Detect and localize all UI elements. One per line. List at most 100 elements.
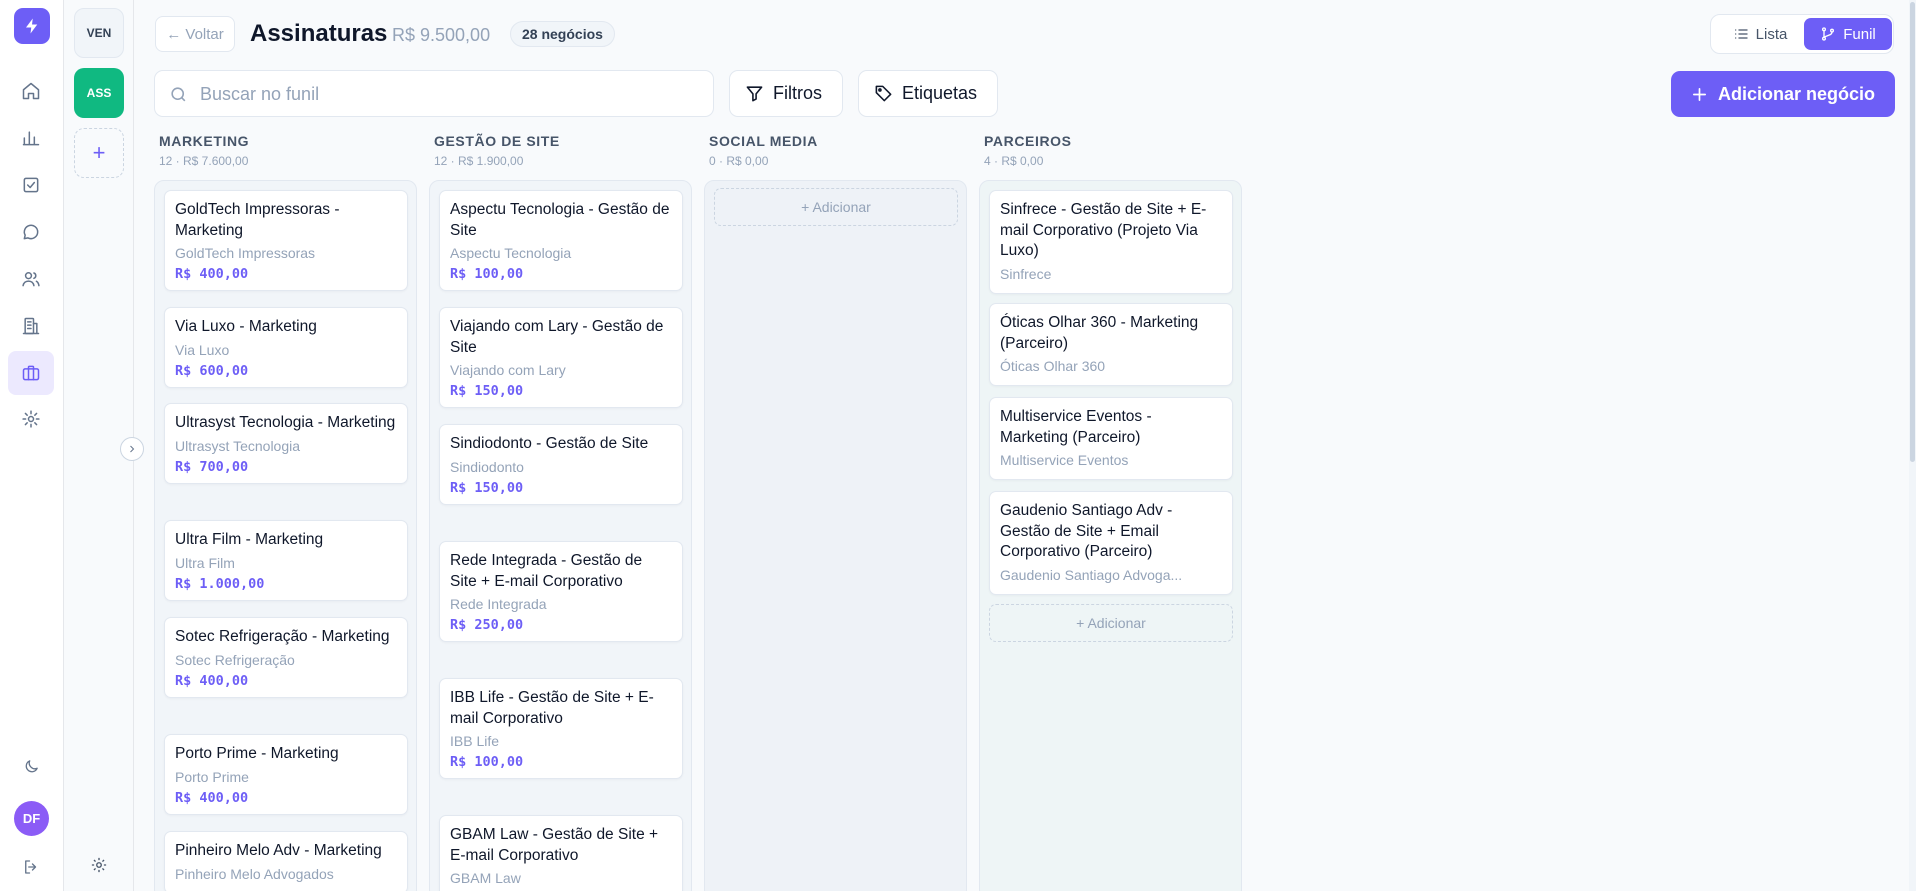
stage-name: PARCEIROS [984, 133, 1072, 149]
add-deal-button[interactable]: Adicionar negócio [1671, 71, 1895, 117]
stage-column: Aspectu Tecnologia - Gestão de Site Aspec… [429, 180, 692, 891]
search-input[interactable] [200, 79, 700, 109]
deal-company: GBAM Law [450, 870, 521, 886]
tag-icon [875, 85, 892, 102]
nav-deals[interactable] [8, 351, 54, 395]
add-deal-to-stage-button[interactable]: + Adicionar [989, 604, 1233, 642]
stage-name: SOCIAL MEDIA [709, 133, 818, 149]
deal-company: IBB Life [450, 733, 500, 749]
nav-chat[interactable] [8, 210, 54, 254]
deal-title: GoldTech Impressoras - Marketing [175, 201, 340, 239]
deal-company: Porto Prime [175, 768, 249, 785]
plus-icon [1692, 87, 1707, 101]
deal-card[interactable]: Multiservice Eventos - Marketing (Parcei… [989, 397, 1233, 480]
stage-column: GoldTech Impressoras - Marketing GoldTech… [154, 180, 417, 891]
stage-header: MARKETING 12 · R$ 7.600,00 [159, 133, 249, 168]
page-title: Assinaturas [250, 20, 388, 47]
pipeline-ven[interactable]: VEN [74, 8, 124, 58]
filters-button[interactable]: Filtros [729, 70, 843, 117]
stage-summary: 4 · R$ 0,00 [984, 154, 1044, 168]
deal-title: Ultra Film - Marketing [175, 531, 324, 548]
stage-summary: 12 · R$ 1.900,00 [434, 154, 524, 168]
view-funnel-button[interactable]: Funil [1804, 18, 1892, 50]
chat-icon [23, 224, 39, 240]
contacts-icon [22, 272, 40, 287]
stage-name: MARKETING [159, 133, 250, 149]
deal-title: Sinfrece - Gestão de Site + E-mail Corpo… [1000, 201, 1207, 259]
deal-title: Aspectu Tecnologia - Gestão de Site [450, 201, 670, 239]
deal-card[interactable]: Rede Integrada - Gestão de Site + E-mail… [439, 541, 683, 642]
deal-title: Viajando com Lary - Gestão de Site [450, 318, 664, 356]
nav-home[interactable] [8, 69, 54, 113]
nav-settings[interactable] [8, 397, 54, 441]
stage-name: GESTÃO DE SITE [434, 133, 560, 149]
deal-title: Pinheiro Melo Adv - Marketing [175, 842, 382, 859]
deal-card[interactable]: Ultra Film - Marketing Ultra Film R$ 1.000… [164, 520, 408, 601]
tags-button[interactable]: Etiquetas [858, 70, 998, 117]
deal-title: Sotec Refrigeração - Marketing [175, 628, 390, 645]
deal-value: R$ 600,00 [175, 362, 249, 379]
stage-summary: 12 · R$ 7.600,00 [159, 154, 249, 168]
deal-card[interactable]: Sotec Refrigeração - Marketing Sotec Refr… [164, 617, 408, 698]
tasks-icon [23, 177, 39, 193]
expand-sidebar-button[interactable] [120, 437, 144, 461]
list-icon [1734, 29, 1748, 39]
logout-icon [25, 860, 37, 874]
deal-company: Gaudenio Santiago Advoga... [1000, 566, 1183, 583]
deal-title: Ultrasyst Tecnologia - Marketing [175, 414, 396, 431]
deal-card[interactable]: Porto Prime - Marketing Porto Prime R$ 400… [164, 734, 408, 815]
deal-value: R$ 100,00 [450, 754, 524, 770]
stage-summary: 0 · R$ 0,00 [709, 154, 769, 168]
filter-icon [746, 86, 763, 102]
deal-card[interactable]: Viajando com Lary - Gestão de Site Viajan… [439, 307, 683, 408]
user-avatar[interactable]: DF [14, 801, 49, 836]
deal-card[interactable]: Ultrasyst Tecnologia - Marketing Ultrasys… [164, 403, 408, 484]
deal-company: Aspectu Tecnologia [450, 245, 572, 261]
filters-label: Filtros [773, 83, 822, 103]
deal-card[interactable]: Óticas Olhar 360 - Marketing (Parceiro) Ó… [989, 303, 1233, 386]
lightning-icon [26, 18, 38, 34]
deal-title: Óticas Olhar 360 - Marketing (Parceiro) [1000, 314, 1199, 352]
gear-icon [91, 857, 107, 873]
theme-toggle[interactable] [8, 744, 54, 788]
deal-company: Rede Integrada [450, 596, 547, 612]
deal-card[interactable]: GoldTech Impressoras - Marketing GoldTech… [164, 190, 408, 291]
deal-card[interactable]: Sinfrece - Gestão de Site + E-mail Corpo… [989, 190, 1233, 294]
deal-value: R$ 700,00 [175, 458, 249, 475]
branch-icon [1822, 27, 1835, 41]
deal-title: Via Luxo - Marketing [175, 318, 317, 335]
deal-company: Multiservice Eventos [1000, 452, 1129, 468]
scrollbar-thumb[interactable] [1910, 2, 1915, 462]
add-deal-to-stage-button[interactable]: + Adicionar [714, 188, 958, 226]
nav-contacts[interactable] [8, 257, 54, 301]
deal-company: Óticas Olhar 360 [1000, 358, 1106, 374]
nav-reports[interactable] [8, 116, 54, 160]
add-pipeline-button[interactable]: + [74, 128, 124, 178]
deal-title: IBB Life - Gestão de Site + E-mail Corpo… [450, 689, 654, 727]
deal-company: Pinheiro Melo Advogados [175, 865, 334, 882]
pipeline-total: R$ 9.500,00 [392, 25, 491, 45]
add-deal-label: Adicionar negócio [1717, 83, 1876, 104]
deal-card[interactable]: Via Luxo - Marketing Via Luxo R$ 600,00 [164, 307, 408, 388]
back-button[interactable]: ← Voltar [155, 16, 235, 52]
stage-header: GESTÃO DE SITE 12 · R$ 1.900,00 [434, 133, 560, 168]
logout-button[interactable] [8, 845, 54, 889]
view-list-button[interactable]: Lista [1714, 18, 1806, 50]
deal-card[interactable]: IBB Life - Gestão de Site + E-mail Corpo… [439, 678, 683, 779]
deal-card[interactable]: Sindiodonto - Gestão de Site Sindiodonto R… [439, 424, 683, 505]
deal-card[interactable]: Aspectu Tecnologia - Gestão de Site Aspec… [439, 190, 683, 291]
view-funnel-label: Funil [1843, 25, 1876, 43]
deal-card[interactable]: GBAM Law - Gestão de Site + E-mail Corpo… [439, 815, 683, 891]
deal-card[interactable]: Gaudenio Santiago Adv - Gestão de Site +… [989, 491, 1233, 595]
deal-company: Sindiodonto [450, 458, 524, 475]
deal-card[interactable]: Pinheiro Melo Adv - Marketing Pinheiro Me… [164, 831, 408, 891]
home-icon [22, 82, 40, 100]
app-sidebar: DF [0, 0, 64, 891]
deal-company: Viajando com Lary [450, 362, 566, 378]
chevron-right-icon [130, 445, 135, 453]
pipeline-ass[interactable]: ASS [74, 68, 124, 118]
nav-tasks[interactable] [8, 163, 54, 207]
nav-companies[interactable] [8, 304, 54, 348]
app-logo[interactable] [14, 8, 50, 44]
pipeline-settings-button[interactable] [88, 854, 110, 876]
